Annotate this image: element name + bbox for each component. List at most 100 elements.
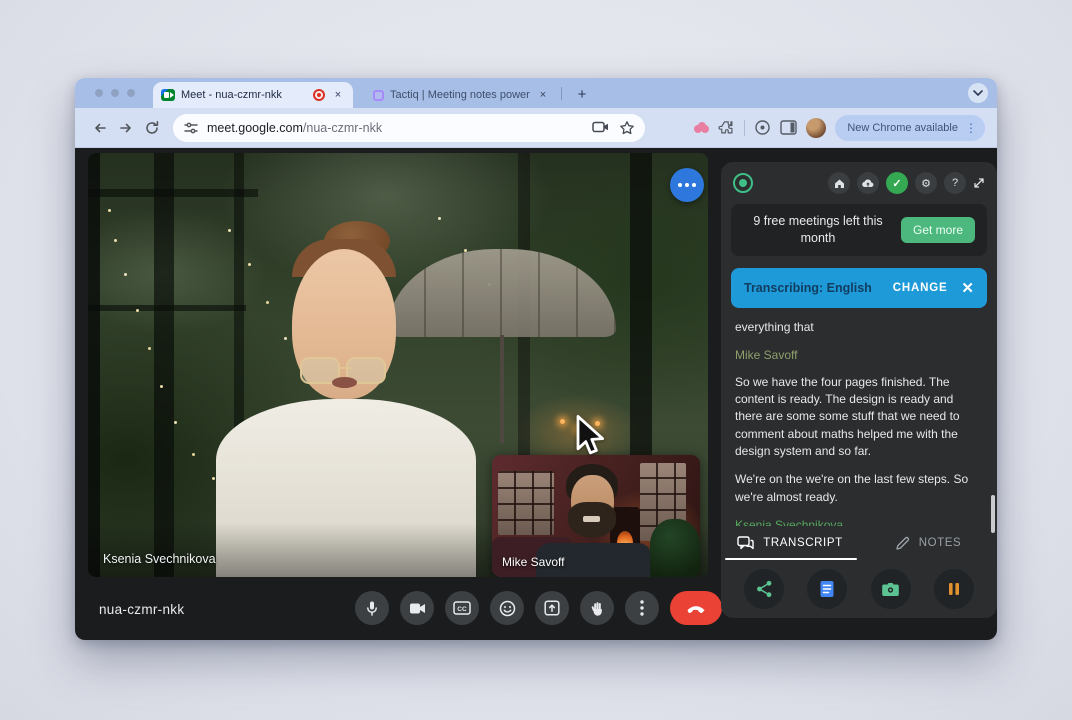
transcript-entry: Mike Savoff So we have the four pages fi… bbox=[735, 347, 983, 460]
umbrella-pole bbox=[500, 335, 504, 443]
shield-check-icon: ✓ bbox=[892, 177, 902, 190]
upload-button[interactable] bbox=[857, 172, 879, 194]
tab-tactiq[interactable]: Tactiq | Meeting notes power × bbox=[367, 82, 575, 108]
zoom-window-button[interactable] bbox=[127, 89, 135, 97]
chrome-menu-icon[interactable]: ⋮ bbox=[965, 122, 977, 134]
scene-frame bbox=[88, 189, 258, 197]
raise-hand-icon bbox=[591, 601, 602, 616]
browser-toolbar: meet.google.com/nua-czmr-nkk New Chrome … bbox=[75, 108, 997, 148]
more-options-button[interactable] bbox=[625, 591, 659, 625]
home-icon bbox=[834, 179, 844, 188]
get-more-button[interactable]: Get more bbox=[900, 216, 975, 243]
chrome-update-button[interactable]: New Chrome available ⋮ bbox=[835, 114, 985, 141]
participant-figure bbox=[332, 377, 357, 388]
share-button[interactable] bbox=[744, 569, 785, 609]
share-icon bbox=[756, 580, 772, 598]
export-doc-button[interactable] bbox=[807, 569, 848, 609]
side-panel-icon[interactable] bbox=[780, 120, 798, 135]
back-arrow-icon bbox=[95, 123, 106, 132]
tab-media-icon[interactable] bbox=[592, 121, 609, 135]
scene-frame bbox=[154, 153, 174, 577]
pause-transcription-button[interactable] bbox=[933, 569, 974, 609]
captions-button[interactable]: CC bbox=[445, 591, 479, 625]
scene-frame bbox=[88, 153, 100, 577]
reload-button[interactable] bbox=[139, 115, 165, 141]
change-language-button[interactable]: CHANGE bbox=[893, 282, 948, 294]
tactiq-favicon-icon bbox=[373, 89, 384, 101]
tab-search-button[interactable] bbox=[968, 83, 988, 103]
bookmark-star-icon[interactable] bbox=[619, 120, 635, 136]
transcript-speaker: Mike Savoff bbox=[735, 348, 798, 363]
screenshot-button[interactable] bbox=[870, 569, 911, 609]
scene-plant bbox=[650, 519, 700, 577]
scene-frame bbox=[88, 305, 246, 311]
extensions-puzzle-icon[interactable] bbox=[718, 119, 735, 136]
raise-hand-button[interactable] bbox=[580, 591, 614, 625]
transcript-speaker: Ksenia Svechnikova bbox=[735, 518, 844, 526]
scrollbar-thumb[interactable] bbox=[991, 495, 995, 533]
mic-button[interactable] bbox=[355, 591, 389, 625]
transcript-entry: Ksenia Svechnikova oh, that's amazing to… bbox=[735, 517, 983, 526]
close-window-button[interactable] bbox=[95, 89, 103, 97]
close-tab-icon[interactable]: × bbox=[536, 89, 550, 101]
quota-text: 9 free meetings left this month bbox=[753, 214, 883, 245]
extension-lens-icon[interactable] bbox=[754, 119, 771, 136]
transcript-text: everything that bbox=[735, 319, 814, 334]
transcript-entry: everything that bbox=[735, 319, 983, 336]
google-doc-icon bbox=[820, 581, 834, 597]
meeting-code-label: nua-czmr-nkk bbox=[99, 602, 185, 617]
present-button[interactable] bbox=[535, 591, 569, 625]
tab-transcript[interactable]: TRANSCRIPT bbox=[721, 526, 859, 560]
close-banner-icon[interactable]: ✕ bbox=[961, 279, 974, 297]
camera-icon bbox=[882, 582, 899, 596]
meet-page: Ksenia Svechnikova Mike Savoff nua-czmr-… bbox=[75, 148, 997, 640]
url-path: /nua-czmr-nkk bbox=[302, 120, 383, 135]
tactiq-floating-bubble[interactable] bbox=[670, 168, 704, 202]
gear-icon: ⚙ bbox=[921, 177, 931, 190]
scene-window bbox=[498, 471, 554, 535]
home-button[interactable] bbox=[828, 172, 850, 194]
camera-button[interactable] bbox=[400, 591, 434, 625]
videocam-icon bbox=[409, 603, 425, 613]
browser-window: Meet - nua-czmr-nkk × Tactiq | Meeting n… bbox=[75, 78, 997, 640]
present-icon bbox=[544, 600, 560, 616]
tab-transcript-label: TRANSCRIPT bbox=[763, 537, 843, 549]
tab-notes[interactable]: NOTES bbox=[859, 526, 997, 560]
more-vert-icon bbox=[640, 600, 644, 616]
patio-umbrella bbox=[388, 249, 616, 337]
forward-button[interactable] bbox=[113, 115, 139, 141]
url-domain: meet.google.com bbox=[207, 120, 303, 135]
site-settings-icon[interactable] bbox=[183, 120, 199, 136]
minimize-window-button[interactable] bbox=[111, 89, 119, 97]
participant-name-label: Ksenia Svechnikova bbox=[103, 552, 216, 566]
new-tab-button[interactable]: + bbox=[571, 83, 593, 105]
tab-notes-label: NOTES bbox=[918, 537, 962, 549]
participant-video-pip[interactable]: Mike Savoff bbox=[492, 455, 700, 577]
help-button[interactable]: ? bbox=[944, 172, 966, 194]
close-tab-icon[interactable]: × bbox=[331, 89, 345, 101]
profile-avatar[interactable] bbox=[806, 117, 827, 138]
meet-favicon-icon bbox=[161, 89, 175, 101]
end-call-button[interactable] bbox=[670, 591, 722, 625]
end-call-icon bbox=[687, 605, 705, 613]
toolbar-divider bbox=[744, 119, 746, 136]
settings-button[interactable]: ⚙ bbox=[915, 172, 937, 194]
participant-video-main: Ksenia Svechnikova Mike Savoff bbox=[88, 153, 708, 577]
privacy-shield-button[interactable]: ✓ bbox=[886, 172, 908, 194]
extension-pink-icon[interactable] bbox=[694, 121, 710, 134]
address-bar[interactable]: meet.google.com/nua-czmr-nkk bbox=[173, 113, 645, 142]
transcribing-banner: Transcribing: English CHANGE ✕ bbox=[731, 267, 987, 308]
chat-icon bbox=[737, 535, 754, 549]
tactiq-logo-icon bbox=[733, 173, 753, 193]
tab-tactiq-title: Tactiq | Meeting notes power bbox=[390, 89, 530, 101]
candles bbox=[560, 419, 565, 424]
back-button[interactable] bbox=[87, 115, 113, 141]
reactions-button[interactable] bbox=[490, 591, 524, 625]
resize-panel-icon[interactable] bbox=[973, 177, 985, 189]
transcribing-label: Transcribing: English bbox=[744, 280, 872, 295]
cloud-upload-icon bbox=[862, 179, 874, 188]
tab-meet[interactable]: Meet - nua-czmr-nkk × bbox=[153, 82, 353, 108]
emoji-icon bbox=[499, 600, 515, 616]
pause-icon bbox=[948, 583, 959, 595]
active-tab-underline bbox=[725, 558, 858, 560]
